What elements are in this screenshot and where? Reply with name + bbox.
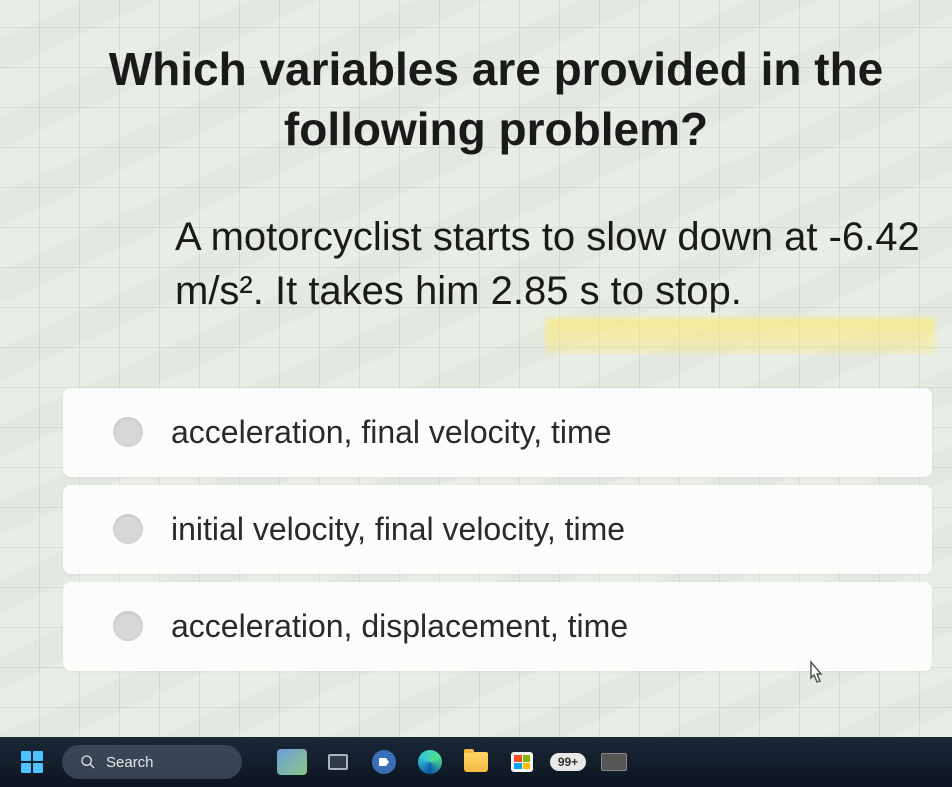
store-icon xyxy=(511,752,533,772)
radio-icon xyxy=(113,514,143,544)
widgets-icon xyxy=(277,749,307,775)
windows-icon xyxy=(21,751,43,773)
edge-icon xyxy=(418,750,442,774)
search-icon xyxy=(80,754,96,770)
option-2[interactable]: initial velocity, final velocity, time xyxy=(63,485,932,574)
pointer-cursor-icon xyxy=(803,660,827,695)
camera-icon xyxy=(372,750,396,774)
options-list: acceleration, final velocity, time initi… xyxy=(60,388,932,671)
ms-store-button[interactable] xyxy=(502,743,542,781)
taskbar-icons: 99+ xyxy=(272,743,634,781)
widgets-button[interactable] xyxy=(272,743,312,781)
notification-badge: 99+ xyxy=(550,753,586,771)
file-explorer-button[interactable] xyxy=(456,743,496,781)
option-1[interactable]: acceleration, final velocity, time xyxy=(63,388,932,477)
option-3[interactable]: acceleration, displacement, time xyxy=(63,582,932,671)
option-label: acceleration, displacement, time xyxy=(171,608,628,645)
start-button[interactable] xyxy=(12,743,52,781)
mail-button[interactable]: 99+ xyxy=(548,743,588,781)
taskbar: Search 99+ xyxy=(0,737,952,787)
option-label: initial velocity, final velocity, time xyxy=(171,511,625,548)
camera-app-button[interactable] xyxy=(364,743,404,781)
search-placeholder: Search xyxy=(106,754,154,771)
text-highlight xyxy=(545,318,935,353)
task-view-button[interactable] xyxy=(318,743,358,781)
radio-icon xyxy=(113,417,143,447)
quiz-content: Which variables are provided in the foll… xyxy=(0,0,952,671)
app-button[interactable] xyxy=(594,743,634,781)
edge-button[interactable] xyxy=(410,743,450,781)
search-box[interactable]: Search xyxy=(62,745,242,779)
radio-icon xyxy=(113,611,143,641)
desktop-icon xyxy=(328,754,348,770)
option-label: acceleration, final velocity, time xyxy=(171,414,611,451)
question-title: Which variables are provided in the foll… xyxy=(60,40,932,160)
folder-icon xyxy=(464,752,488,772)
app-icon xyxy=(601,753,627,771)
question-body: A motorcyclist starts to slow down at -6… xyxy=(60,210,932,318)
